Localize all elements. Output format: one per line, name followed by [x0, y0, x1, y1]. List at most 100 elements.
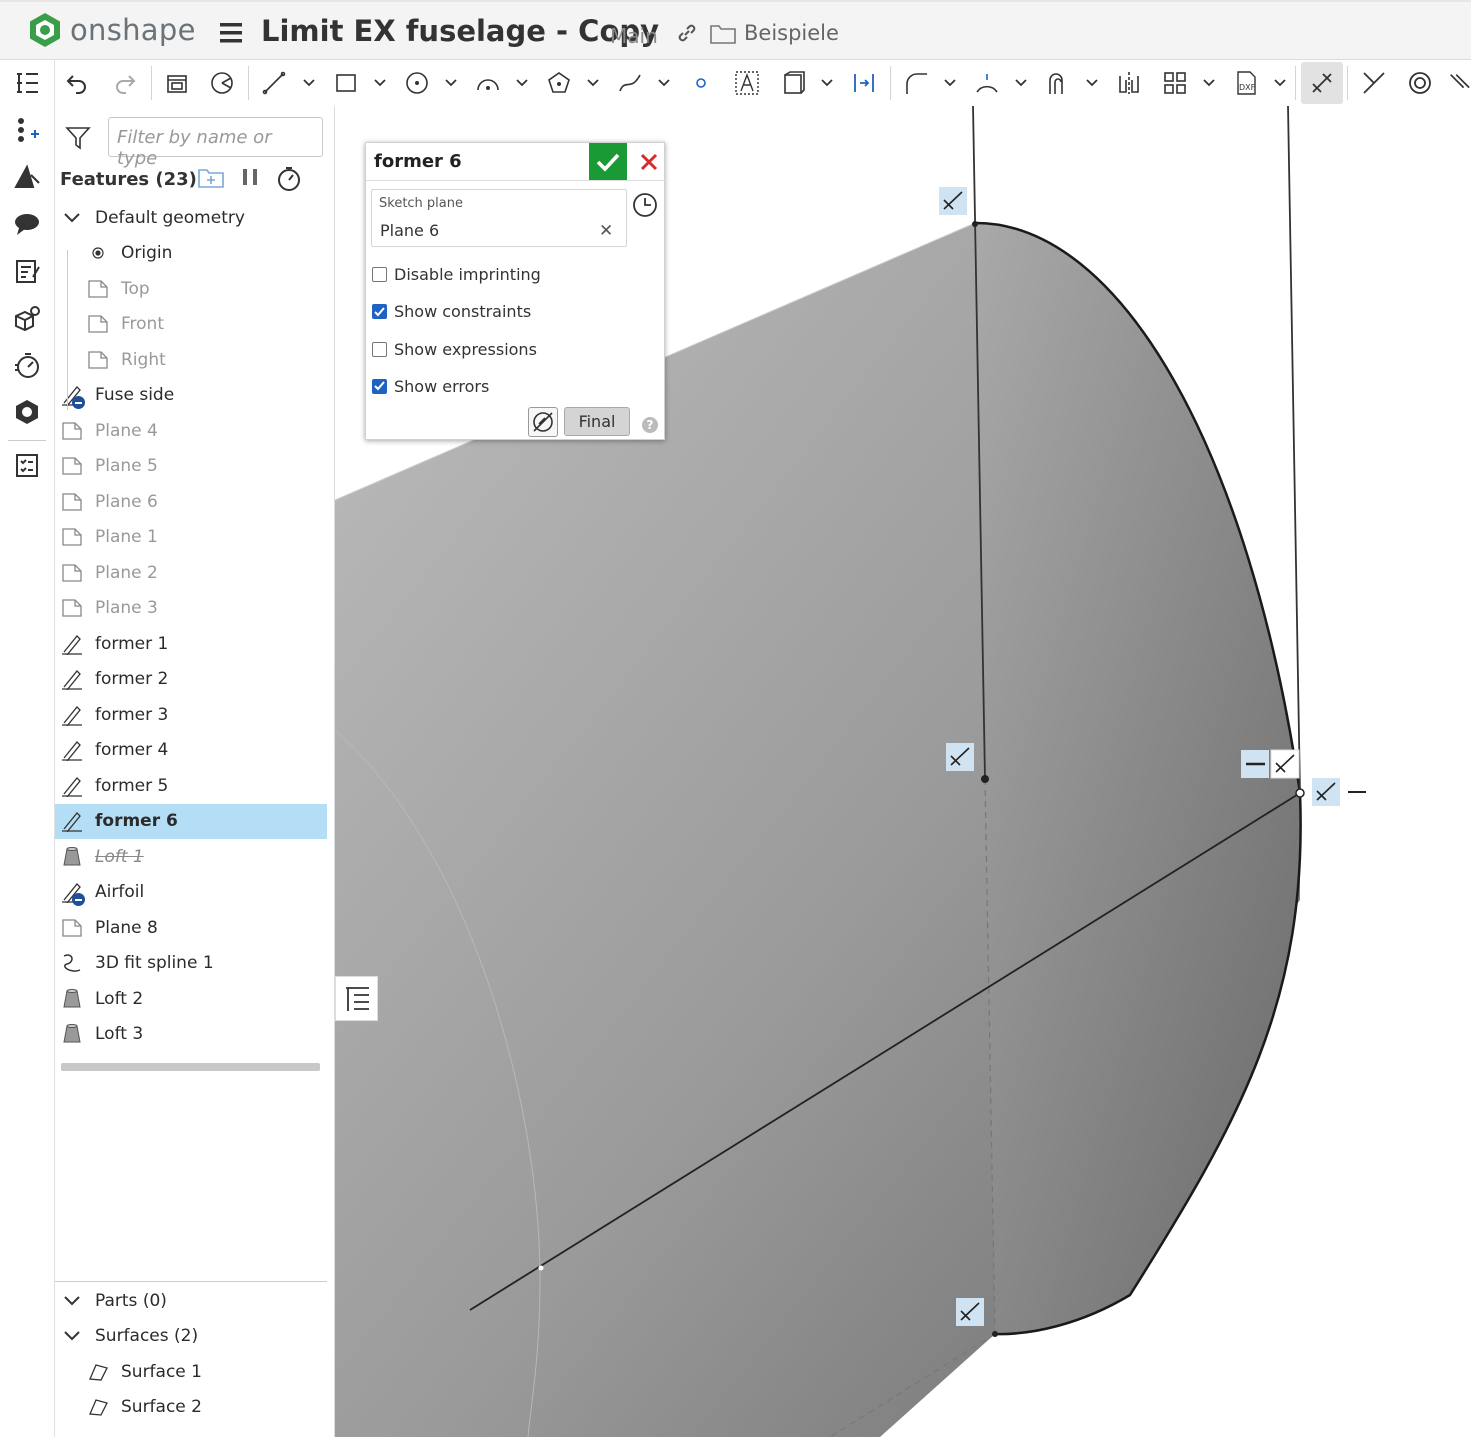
checkbox-unchecked-icon[interactable]	[372, 267, 387, 282]
feature-list-item[interactable]: Right	[55, 342, 327, 378]
feature-list-item[interactable]: former 3	[55, 697, 327, 733]
dxf-import-icon[interactable]: DXF	[1231, 68, 1261, 98]
feature-list-item[interactable]: former 6	[55, 803, 327, 839]
performance-icon[interactable]	[12, 350, 42, 380]
view-normal-icon[interactable]	[528, 407, 558, 437]
option-checkbox[interactable]: Show expressions	[372, 340, 537, 359]
chevron-down-icon[interactable]	[820, 74, 834, 92]
mirror-icon[interactable]	[1114, 68, 1144, 98]
offset-icon[interactable]	[1043, 68, 1073, 98]
chevron-down-icon[interactable]	[444, 74, 458, 92]
constraint-marker[interactable]	[956, 1298, 984, 1326]
chevron-down-icon[interactable]	[943, 74, 957, 92]
circle-icon[interactable]	[402, 68, 432, 98]
branch-label[interactable]: Main	[610, 24, 658, 48]
parts-list-item[interactable]: Parts (0)	[55, 1283, 327, 1319]
chevron-down-icon[interactable]	[1085, 74, 1099, 92]
folder-breadcrumb[interactable]: Beispiele	[710, 21, 839, 45]
spline-icon[interactable]	[615, 68, 645, 98]
configurations-icon[interactable]	[12, 303, 42, 333]
cancel-button[interactable]	[632, 143, 666, 180]
parts-list-item[interactable]: Surface 1	[55, 1354, 327, 1390]
link-icon[interactable]	[676, 22, 698, 48]
filter-icon[interactable]	[65, 126, 91, 150]
history-icon[interactable]	[631, 191, 659, 219]
feature-list-item[interactable]: Front	[55, 307, 327, 343]
point-icon[interactable]	[686, 68, 716, 98]
checkbox-checked-icon[interactable]	[372, 378, 387, 394]
feature-list-item[interactable]: Plane 8	[55, 910, 327, 946]
text-icon[interactable]	[732, 68, 762, 98]
constraint-marker[interactable]	[1312, 778, 1366, 806]
chevron-down-icon[interactable]	[657, 74, 671, 92]
pause-icon[interactable]	[240, 166, 260, 188]
feature-list-toggle-button[interactable]	[335, 976, 378, 1021]
notes-icon[interactable]	[12, 256, 42, 286]
checkbox-checked-icon[interactable]	[372, 304, 387, 320]
trim-icon[interactable]	[972, 68, 1002, 98]
use-icon[interactable]	[207, 68, 237, 98]
feature-list-item[interactable]: Default geometry	[55, 200, 327, 236]
feature-list-item[interactable]: 3D fit spline 1	[55, 946, 327, 982]
feature-list-item[interactable]: Origin	[55, 236, 327, 272]
parallel-icon[interactable]	[1447, 68, 1471, 98]
constraint-marker[interactable]	[939, 187, 967, 215]
feature-list-item[interactable]: former 2	[55, 662, 327, 698]
rollback-timer-icon[interactable]	[276, 166, 302, 192]
chevron-down-icon[interactable]	[60, 1324, 84, 1348]
feature-list-item[interactable]: Fuse side	[55, 378, 327, 414]
accept-button[interactable]	[589, 143, 627, 180]
feature-list-item[interactable]: Top	[55, 271, 327, 307]
fillet-icon[interactable]	[901, 68, 931, 98]
render-studio-icon[interactable]	[12, 397, 42, 427]
line-icon[interactable]	[259, 68, 289, 98]
chevron-down-icon[interactable]	[60, 206, 84, 230]
dimension-icon[interactable]	[1301, 62, 1343, 104]
construction-icon[interactable]	[778, 68, 808, 98]
arc-icon[interactable]	[473, 68, 503, 98]
option-checkbox[interactable]: Show constraints	[372, 302, 531, 321]
feature-list-item[interactable]: former 5	[55, 768, 327, 804]
pattern-icon[interactable]	[1160, 68, 1190, 98]
feature-list-item[interactable]: Loft 1	[55, 839, 327, 875]
option-checkbox[interactable]: Disable imprinting	[372, 265, 541, 284]
parts-list-item[interactable]: Surface 2	[55, 1390, 327, 1426]
new-sketch-icon[interactable]	[162, 68, 192, 98]
chevron-down-icon[interactable]	[1202, 74, 1216, 92]
undo-icon[interactable]	[62, 68, 92, 98]
rectangle-icon[interactable]	[331, 68, 361, 98]
chevron-down-icon[interactable]	[373, 74, 387, 92]
clear-icon[interactable]: ✕	[599, 221, 613, 241]
feature-list-item[interactable]: Loft 2	[55, 981, 327, 1017]
filter-input[interactable]: Filter by name or type	[108, 117, 323, 169]
sketch-plane-field[interactable]: Sketch plane Plane 6 ✕	[371, 189, 627, 247]
parts-list-item[interactable]: Surfaces (2)	[55, 1319, 327, 1355]
insert-icon[interactable]	[12, 115, 42, 145]
final-button[interactable]: Final	[564, 407, 630, 436]
redo-icon[interactable]	[110, 68, 140, 98]
dialog-title[interactable]: former 6	[374, 151, 462, 172]
checkbox-unchecked-icon[interactable]	[372, 341, 387, 357]
coincident-icon[interactable]	[1359, 68, 1389, 98]
feature-list-item[interactable]: Plane 3	[55, 591, 327, 627]
appearance-icon[interactable]	[12, 162, 42, 192]
chevron-down-icon[interactable]	[586, 74, 600, 92]
onshape-logo[interactable]: onshape	[28, 12, 196, 48]
feature-list-item[interactable]: Plane 1	[55, 520, 327, 556]
chevron-down-icon[interactable]	[515, 74, 529, 92]
option-checkbox[interactable]: Show errors	[372, 377, 489, 396]
feature-list-item[interactable]: Plane 2	[55, 555, 327, 591]
concentric-icon[interactable]	[1405, 68, 1435, 98]
menu-icon[interactable]	[219, 22, 243, 48]
feature-list-icon[interactable]	[12, 68, 42, 98]
document-title[interactable]: Limit EX fuselage - Copy	[261, 14, 659, 48]
chevron-down-icon[interactable]	[302, 74, 316, 92]
checklist-icon[interactable]	[12, 450, 42, 480]
feature-list-item[interactable]: former 1	[55, 626, 327, 662]
feature-list-item[interactable]: Plane 5	[55, 449, 327, 485]
feature-list-item[interactable]: Loft 3	[55, 1017, 327, 1053]
feature-list-item[interactable]: Plane 4	[55, 413, 327, 449]
help-icon[interactable]: ?	[642, 417, 658, 433]
midpoint-icon[interactable]	[849, 68, 879, 98]
chevron-down-icon[interactable]	[1014, 74, 1028, 92]
